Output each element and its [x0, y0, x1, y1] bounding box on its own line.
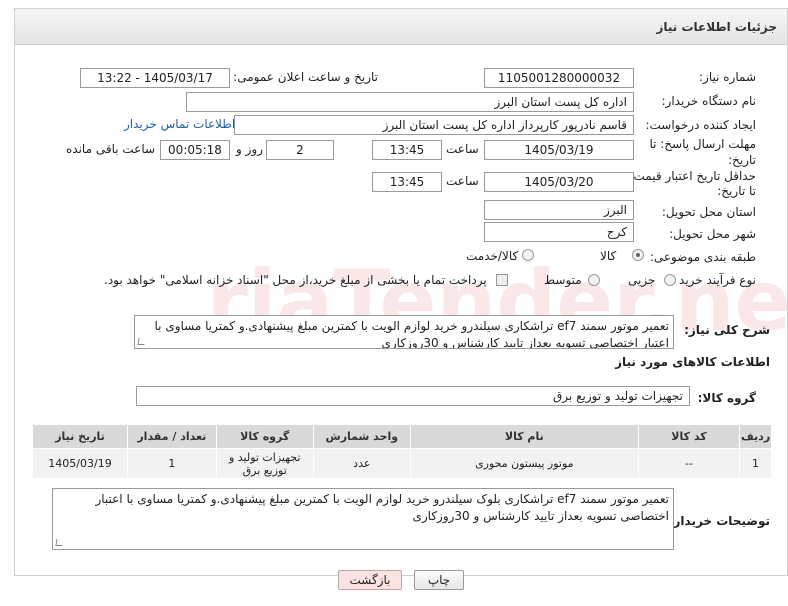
deadline-date-field: 1405/03/19: [484, 140, 634, 160]
creator-label: ایجاد کننده درخواست:: [645, 118, 756, 132]
process-radio-minor[interactable]: [664, 274, 676, 286]
days-remaining-field: 2: [266, 140, 334, 160]
cell-qty: 1: [127, 448, 217, 479]
buyer-notes-text: تعمیر موتور سمند ef7 تراشکاری بلوک سیلند…: [95, 492, 669, 523]
col-code: کد کالا: [637, 424, 741, 449]
validity-label-date: تا تاریخ:: [717, 184, 756, 198]
page-title: جزئیات اطلاعات نیاز: [656, 20, 777, 34]
cell-code: --: [637, 448, 741, 479]
treasury-payment-checkbox[interactable]: [496, 274, 508, 286]
treasury-payment-note: پرداخت تمام یا بخشی از مبلغ خرید،از محل …: [104, 273, 487, 287]
process-option-minor: جزیی: [628, 273, 656, 287]
category-radio-goods[interactable]: [632, 249, 644, 261]
table-row: 1 -- موتور پیستون محوری عدد تجهیزات تولی…: [31, 448, 772, 479]
print-button[interactable]: چاپ: [414, 570, 464, 590]
category-option-goods-service: کالا/خدمت: [466, 249, 519, 263]
buyer-contact-link[interactable]: اطلاعات تماس خریدار: [124, 117, 235, 131]
remaining-time-field: 00:05:18: [160, 140, 230, 160]
validity-label: حداقل تاریخ اعتبار قیمت:: [629, 169, 756, 183]
col-row: ردیف: [739, 424, 772, 449]
goods-table-header: ردیف کد کالا نام کالا واحد شمارش گروه کا…: [31, 424, 772, 449]
province-label: استان محل تحویل:: [661, 205, 756, 219]
process-label: نوع فرآیند خرید :: [671, 273, 756, 287]
summary-text: تعمیر موتور سمند ef7 تراشکاری سیلندرو خر…: [154, 319, 669, 349]
cell-unit: عدد: [312, 448, 411, 479]
goods-group-field: تجهیزات تولید و توزیع برق: [136, 386, 690, 406]
city-field: کرج: [484, 222, 634, 242]
cell-row: 1: [739, 448, 772, 479]
resize-grip[interactable]: [55, 539, 64, 546]
col-date: تاریخ نیاز: [31, 424, 129, 449]
col-qty: تعداد / مقدار: [127, 424, 217, 449]
deadline-label: مهلت ارسال پاسخ: تا: [649, 137, 756, 151]
buyer-org-field: اداره کل پست استان البرز: [186, 92, 634, 112]
deadline-time-label: ساعت: [446, 142, 479, 156]
buyer-org-label: نام دستگاه خریدار:: [661, 94, 757, 108]
category-label: طبقه بندی موضوعی:: [649, 250, 756, 264]
city-label: شهر محل تحویل:: [669, 227, 756, 241]
col-unit: واحد شمارش: [312, 424, 411, 449]
buyer-notes-textarea[interactable]: تعمیر موتور سمند ef7 تراشکاری بلوک سیلند…: [52, 488, 674, 550]
remaining-time-label: ساعت باقی مانده: [66, 142, 156, 156]
validity-time-field: 13:45: [372, 172, 442, 192]
need-number-label: شماره نیاز:: [699, 70, 756, 84]
process-option-medium: متوسط: [544, 273, 582, 287]
need-number-field: 1105001280000032: [484, 68, 634, 88]
creator-field: قاسم نادرپور کارپرداز اداره کل پست استان…: [234, 115, 634, 135]
goods-table: ردیف کد کالا نام کالا واحد شمارش گروه کا…: [31, 424, 772, 479]
announce-label: تاریخ و ساعت اعلان عمومی:: [233, 70, 378, 84]
category-radio-goods-service[interactable]: [522, 249, 534, 261]
buyer-notes-label: توضیحات خریدار:: [668, 514, 770, 528]
cell-group: تجهیزات تولید و توزیع برق: [215, 448, 314, 479]
back-button[interactable]: بازگشت: [338, 570, 402, 590]
process-radio-medium[interactable]: [588, 274, 600, 286]
goods-group-label: گروه کالا:: [697, 391, 756, 405]
cell-name: موتور پیستون محوری: [409, 448, 639, 479]
summary-textarea[interactable]: تعمیر موتور سمند ef7 تراشکاری سیلندرو خر…: [134, 315, 674, 349]
deadline-time-field: 13:45: [372, 140, 442, 160]
col-name: نام کالا: [409, 424, 639, 449]
category-option-goods: کالا: [600, 249, 617, 263]
validity-time-label: ساعت: [446, 174, 479, 188]
col-group: گروه کالا: [215, 424, 314, 449]
days-label: روز و: [236, 142, 263, 156]
panel-header: جزئیات اطلاعات نیاز: [15, 9, 787, 45]
goods-section-title: اطلاعات کالاهای مورد نیاز: [615, 355, 770, 369]
deadline-label-date: تاریخ:: [728, 153, 756, 167]
cell-date: 1405/03/19: [31, 448, 129, 479]
validity-date-field: 1405/03/20: [484, 172, 634, 192]
resize-grip[interactable]: [137, 338, 146, 345]
province-field: البرز: [484, 200, 634, 220]
announce-datetime-field: 1405/03/17 - 13:22: [80, 68, 230, 88]
summary-label: شرح کلی نیاز:: [684, 323, 770, 337]
